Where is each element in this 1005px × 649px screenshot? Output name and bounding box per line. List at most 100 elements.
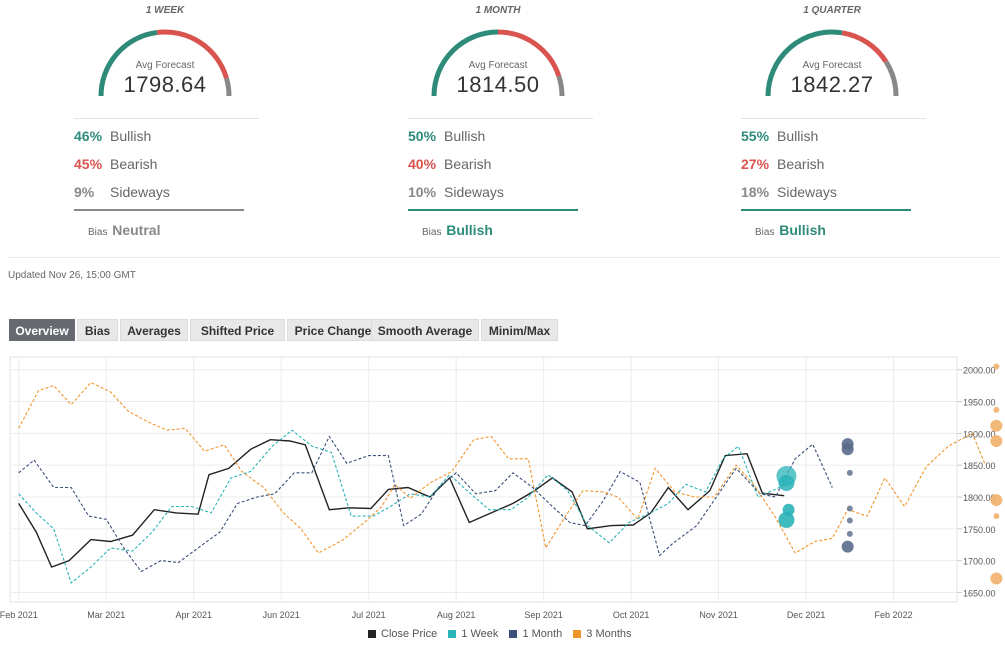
bias: Bias Neutral <box>88 222 160 238</box>
forecast-point-1-month <box>846 530 853 537</box>
bias-value: Bullish <box>779 222 826 238</box>
sideways-row: 10% Sideways <box>408 184 504 200</box>
bearish-label: Bearish <box>777 156 825 172</box>
forecast-point-3-months <box>990 494 1003 507</box>
stats-week: 46% Bullish 45% Bearish 9% Sideways Bias Ne… <box>74 0 274 250</box>
bullish-label: Bullish <box>777 128 819 144</box>
y-tick-label: 1750.00 <box>963 525 996 535</box>
forecast-point-1-month <box>846 469 853 476</box>
forecast-point-3-months <box>993 363 1000 370</box>
legend-item-1-month[interactable]: 1 Month <box>509 628 562 640</box>
forecast-point-1-month <box>841 540 854 553</box>
x-tick-label: Nov 2021 <box>699 610 738 620</box>
forecast-point-3-months <box>990 435 1003 447</box>
forecast-line-chart: 2000.001950.001900.001850.001800.001750.… <box>0 356 1003 620</box>
series-line-1-month <box>18 435 833 573</box>
x-tick-label: Jun 2021 <box>263 610 300 620</box>
forecast-point-1-month <box>846 505 853 512</box>
sideways-row: 18% Sideways <box>741 184 837 200</box>
legend-label: 1 Week <box>461 628 499 640</box>
stats-month: 50% Bullish 40% Bearish 10% Sideways Bias B… <box>408 0 608 250</box>
sideways-pct: 18% <box>741 184 770 200</box>
sideways-row: 9% Sideways <box>74 184 170 200</box>
forecast-point-1-week <box>778 475 795 491</box>
tab-averages[interactable]: Averages <box>120 319 188 341</box>
bias-label: Bias <box>755 227 775 238</box>
bearish-row: 40% Bearish <box>408 156 491 172</box>
bullish-pct: 46% <box>74 128 103 144</box>
x-tick-label: Oct 2021 <box>613 610 650 620</box>
bias: Bias Bullish <box>755 222 826 238</box>
updated-timestamp: Updated Nov 26, 15:00 GMT <box>8 270 136 281</box>
bullish-row: 55% Bullish <box>741 128 818 144</box>
x-tick-label: Mar 2021 <box>87 610 125 620</box>
x-tick-label: Sep 2021 <box>524 610 563 620</box>
bearish-label: Bearish <box>110 156 158 172</box>
sideways-label: Sideways <box>110 184 170 200</box>
series-line-1-week <box>18 429 787 584</box>
x-tick-label: Apr 2021 <box>175 610 212 620</box>
bias: Bias Bullish <box>422 222 493 238</box>
legend-item-close-price[interactable]: Close Price <box>368 628 437 640</box>
legend-swatch <box>573 630 582 638</box>
forecast-point-1-month <box>846 517 853 524</box>
tab-minim-max[interactable]: Minim/Max <box>481 319 558 341</box>
bias-label: Bias <box>422 227 442 238</box>
tab-bias[interactable]: Bias <box>77 319 118 341</box>
x-tick-label: Feb 2021 <box>0 610 38 620</box>
forecast-point-1-month <box>841 443 854 456</box>
sideways-pct: 9% <box>74 184 95 200</box>
bullish-pct: 50% <box>408 128 437 144</box>
sideways-pct: 10% <box>408 184 437 200</box>
bearish-row: 45% Bearish <box>74 156 157 172</box>
y-tick-label: 1900.00 <box>963 429 996 439</box>
divider <box>74 118 259 119</box>
legend-swatch <box>448 630 457 638</box>
y-tick-label: 1950.00 <box>963 398 996 408</box>
x-tick-label: Feb 2022 <box>875 610 913 620</box>
bullish-label: Bullish <box>110 128 152 144</box>
bearish-pct: 40% <box>408 156 437 172</box>
y-tick-label: 2000.00 <box>963 366 996 376</box>
bearish-pct: 27% <box>741 156 770 172</box>
bias-label: Bias <box>88 227 108 238</box>
series-line-3-months <box>18 381 986 554</box>
divider <box>408 118 593 119</box>
y-tick-label: 1850.00 <box>963 461 996 471</box>
sideways-label: Sideways <box>444 184 504 200</box>
x-tick-label: Dec 2021 <box>787 610 826 620</box>
legend-item-1-week[interactable]: 1 Week <box>448 628 498 640</box>
legend-swatch <box>509 630 518 638</box>
bearish-pct: 45% <box>74 156 103 172</box>
forecast-point-3-months <box>990 419 1003 432</box>
bias-divider <box>408 209 578 211</box>
bullish-row: 50% Bullish <box>408 128 485 144</box>
forecast-point-3-months <box>993 406 1000 413</box>
stats-quarter: 55% Bullish 27% Bearish 18% Sideways Bias B… <box>741 0 941 250</box>
forecast-point-3-months <box>990 572 1003 585</box>
legend-item-3-months[interactable]: 3 Months <box>573 628 632 640</box>
tab-overview[interactable]: Overview <box>9 319 75 341</box>
section-divider <box>8 257 1000 258</box>
sideways-label: Sideways <box>777 184 837 200</box>
bias-divider <box>74 209 244 211</box>
x-tick-label: Jul 2021 <box>352 610 386 620</box>
bias-divider <box>741 209 911 211</box>
bearish-row: 27% Bearish <box>741 156 824 172</box>
series-line-close-price <box>18 438 785 568</box>
chart-legend: Close Price 1 Week 1 Month 3 Months <box>368 628 640 640</box>
y-tick-label: 1700.00 <box>963 557 996 567</box>
legend-label: 1 Month <box>522 628 563 640</box>
tab-price-change[interactable]: Price Change <box>287 319 379 341</box>
bullish-pct: 55% <box>741 128 770 144</box>
legend-label: Close Price <box>381 628 438 640</box>
forecast-point-1-week <box>778 511 795 528</box>
tab-smooth-average[interactable]: Smooth Average <box>371 319 479 341</box>
bias-value: Bullish <box>446 222 493 238</box>
y-tick-label: 1650.00 <box>963 588 996 598</box>
tab-shifted-price[interactable]: Shifted Price <box>190 319 285 341</box>
bullish-row: 46% Bullish <box>74 128 151 144</box>
bias-value: Neutral <box>112 222 161 238</box>
legend-label: 3 Months <box>586 628 632 640</box>
legend-swatch <box>368 630 376 638</box>
